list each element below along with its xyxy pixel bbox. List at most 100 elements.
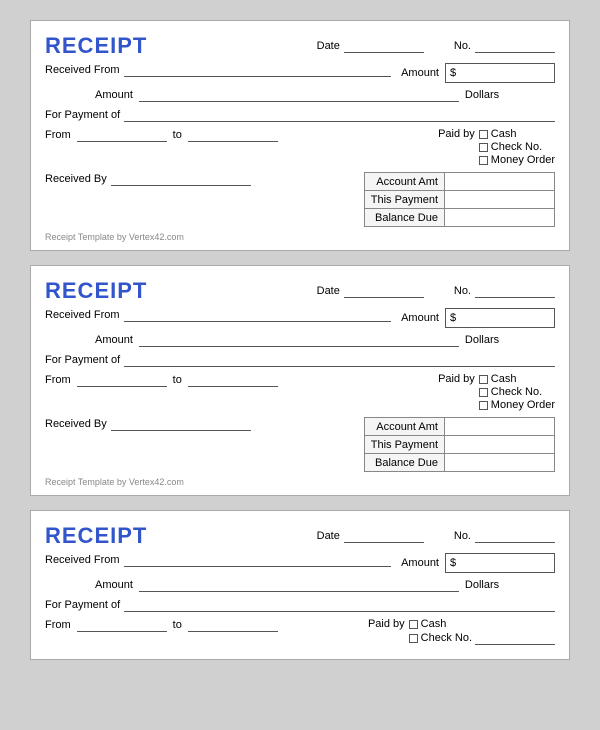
check-checkbox-2[interactable]: [479, 388, 488, 397]
received-from-label-2: Received From: [45, 309, 120, 321]
cash-label-2: Cash: [491, 373, 517, 385]
to-field-1[interactable]: [188, 128, 278, 142]
money-order-label-2: Money Order: [491, 399, 555, 411]
received-by-field-2[interactable]: [111, 417, 251, 431]
receipt-1: RECEIPT Date No. Received From Amount $: [30, 20, 570, 251]
no-field-2[interactable]: [475, 284, 555, 298]
money-order-checkbox-1[interactable]: [479, 156, 488, 165]
footer-2: Receipt Template by Vertex42.com: [45, 477, 555, 487]
account-table-2: Account Amt This Payment Balance Due: [364, 417, 555, 472]
this-payment-label-2: This Payment: [364, 436, 444, 454]
check-label-3: Check No.: [421, 632, 472, 644]
received-from-label-3: Received From: [45, 554, 120, 566]
date-field-2[interactable]: [344, 284, 424, 298]
amount-inner-3[interactable]: [460, 556, 550, 570]
balance-due-value-1[interactable]: [445, 209, 555, 227]
check-option-2[interactable]: Check No.: [479, 386, 555, 398]
to-field-2[interactable]: [188, 373, 278, 387]
cash-checkbox-1[interactable]: [479, 130, 488, 139]
for-payment-field-2[interactable]: [124, 353, 555, 367]
account-amt-value-2[interactable]: [445, 418, 555, 436]
for-payment-label-1: For Payment of: [45, 109, 120, 121]
cash-option-1[interactable]: Cash: [479, 128, 555, 140]
check-checkbox-1[interactable]: [479, 143, 488, 152]
amount-inner-1[interactable]: [460, 66, 550, 80]
date-field-3[interactable]: [344, 529, 424, 543]
cash-checkbox-3[interactable]: [409, 620, 418, 629]
check-no-field-3[interactable]: [475, 631, 555, 645]
no-field-3[interactable]: [475, 529, 555, 543]
received-from-field-1[interactable]: [124, 63, 392, 77]
cash-label-3: Cash: [421, 618, 447, 630]
check-label-2: Check No.: [491, 386, 542, 398]
date-label-1: Date: [317, 40, 340, 52]
amount-label-3: Amount: [401, 557, 439, 569]
dollar-sign-2: $: [450, 312, 456, 324]
received-from-label-1: Received From: [45, 64, 120, 76]
check-option-1[interactable]: Check No.: [479, 141, 555, 153]
amount-box-1[interactable]: $: [445, 63, 555, 83]
money-order-label-1: Money Order: [491, 154, 555, 166]
dollars-label-3: Dollars: [465, 579, 499, 591]
for-payment-field-3[interactable]: [124, 598, 555, 612]
account-table-1: Account Amt This Payment Balance Due: [364, 172, 555, 227]
amount-box-2[interactable]: $: [445, 308, 555, 328]
account-amt-label-1: Account Amt: [364, 173, 444, 191]
amount-sub-label-1: Amount: [95, 89, 133, 101]
amount-box-3[interactable]: $: [445, 553, 555, 573]
from-field-1[interactable]: [77, 128, 167, 142]
from-label-2: From: [45, 374, 71, 386]
amount-sub-label-2: Amount: [95, 334, 133, 346]
check-checkbox-3[interactable]: [409, 634, 418, 643]
money-order-option-1[interactable]: Money Order: [479, 154, 555, 166]
for-payment-label-3: For Payment of: [45, 599, 120, 611]
paid-by-label-2: Paid by: [438, 373, 475, 385]
to-label-2: to: [173, 374, 182, 386]
from-field-3[interactable]: [77, 618, 167, 632]
this-payment-value-1[interactable]: [445, 191, 555, 209]
date-label-2: Date: [317, 285, 340, 297]
cash-option-2[interactable]: Cash: [479, 373, 555, 385]
no-field-1[interactable]: [475, 39, 555, 53]
dollars-label-2: Dollars: [465, 334, 499, 346]
dollars-field-3[interactable]: [139, 578, 459, 592]
dollar-sign-3: $: [450, 557, 456, 569]
received-from-field-2[interactable]: [124, 308, 392, 322]
for-payment-field-1[interactable]: [124, 108, 555, 122]
date-field-1[interactable]: [344, 39, 424, 53]
cash-checkbox-2[interactable]: [479, 375, 488, 384]
this-payment-label-1: This Payment: [364, 191, 444, 209]
received-by-label-1: Received By: [45, 173, 107, 185]
this-payment-value-2[interactable]: [445, 436, 555, 454]
check-label-1: Check No.: [491, 141, 542, 153]
account-amt-value-1[interactable]: [445, 173, 555, 191]
from-label-3: From: [45, 619, 71, 631]
to-field-3[interactable]: [188, 618, 278, 632]
balance-due-label-1: Balance Due: [364, 209, 444, 227]
dollars-field-1[interactable]: [139, 88, 459, 102]
paid-by-label-1: Paid by: [438, 128, 475, 140]
received-by-field-1[interactable]: [111, 172, 251, 186]
money-order-checkbox-2[interactable]: [479, 401, 488, 410]
receipt-title-3: RECEIPT: [45, 523, 147, 549]
dollar-sign-1: $: [450, 67, 456, 79]
cash-option-3[interactable]: Cash: [409, 618, 555, 630]
balance-due-value-2[interactable]: [445, 454, 555, 472]
received-by-label-2: Received By: [45, 418, 107, 430]
money-order-option-2[interactable]: Money Order: [479, 399, 555, 411]
receipt-2: RECEIPT Date No. Received From Amount $: [30, 265, 570, 496]
no-label-1: No.: [454, 40, 471, 52]
received-from-field-3[interactable]: [124, 553, 392, 567]
receipt-3: RECEIPT Date No. Received From Amount $: [30, 510, 570, 660]
to-label-3: to: [173, 619, 182, 631]
receipt-title-2: RECEIPT: [45, 278, 147, 304]
no-label-2: No.: [454, 285, 471, 297]
cash-label-1: Cash: [491, 128, 517, 140]
date-label-3: Date: [317, 530, 340, 542]
footer-1: Receipt Template by Vertex42.com: [45, 232, 555, 242]
check-option-3[interactable]: Check No.: [409, 631, 555, 645]
amount-inner-2[interactable]: [460, 311, 550, 325]
from-field-2[interactable]: [77, 373, 167, 387]
amount-label-1: Amount: [401, 67, 439, 79]
dollars-field-2[interactable]: [139, 333, 459, 347]
